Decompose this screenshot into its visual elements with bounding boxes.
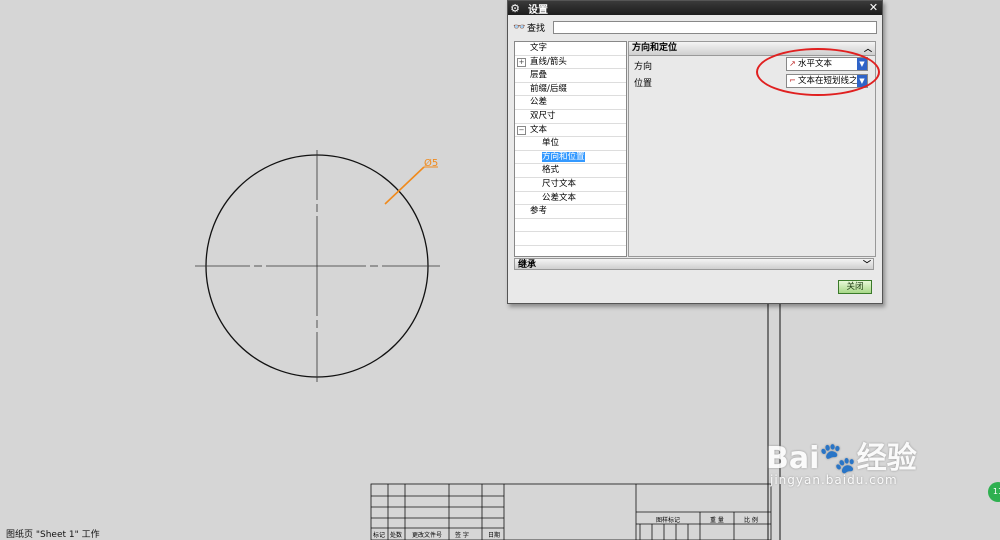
binoculars-icon: 👓 (513, 21, 526, 33)
settings-dialog[interactable]: ⚙ 设置 ✕ 👓 查找 文字 + 直线/箭头 层叠 前缀/后缀 公差 双尺寸 − 文本 单位 方向和… (507, 0, 883, 304)
dropdown-arrow-icon[interactable]: ▼ (857, 58, 867, 70)
title-block-label: 比 例 (744, 517, 758, 524)
title-block-label: 图样标记 (656, 517, 681, 524)
title-block-label: 签 字 (455, 532, 469, 539)
status-bar-text: 图纸页 "Sheet 1" 工作 (6, 530, 100, 540)
tree-item-label: 文本 (530, 124, 548, 135)
watermark-brand: Bai (766, 441, 820, 476)
dialog-title: 设置 (528, 4, 548, 16)
tree-item[interactable]: 公差文本 (515, 192, 626, 206)
text-position-icon: ⌐ (789, 76, 796, 85)
search-input[interactable] (553, 20, 877, 34)
orientation-label: 方向 (634, 62, 653, 72)
title-block-label: 日期 (488, 532, 501, 539)
tree-item[interactable]: 前缀/后缀 (515, 83, 626, 97)
tree-item-label: 公差文本 (542, 192, 577, 203)
tree-item-label: 尺寸文本 (542, 178, 577, 189)
orientation-select[interactable]: ↗ 水平文本 ▼ (786, 57, 868, 71)
tree-item-label: 双尺寸 (530, 110, 556, 121)
watermark-brand-cn: 经验 (856, 441, 917, 476)
tree-item-label: 格式 (542, 165, 560, 176)
baidu-watermark: Bai🐾经验 jingyan.baidu.com (766, 433, 917, 487)
tree-item-label: 单位 (542, 138, 560, 149)
position-row: 位置 ⌐ 文本在短划线之 ▼ (629, 73, 875, 90)
chevron-up-icon[interactable]: ︿ (863, 42, 873, 55)
chevron-down-icon[interactable]: ﹀ (863, 259, 871, 271)
paw-icon: 🐾 (819, 441, 857, 476)
section-header-label: 方向和定位 (632, 43, 678, 53)
tree-item-label: 方向和位置 (542, 151, 585, 162)
tree-item[interactable]: 单位 (515, 137, 626, 151)
tree-item[interactable]: 层叠 (515, 69, 626, 83)
title-block-label: 重 量 (710, 517, 724, 524)
tree-item-label: 层叠 (530, 70, 548, 81)
orientation-row: 方向 ↗ 水平文本 ▼ (629, 56, 875, 73)
tree-item (515, 232, 626, 246)
tree-item[interactable]: 公差 (515, 96, 626, 110)
close-icon[interactable]: ✕ (867, 1, 880, 14)
tree-item[interactable]: 参考 (515, 205, 626, 219)
position-select[interactable]: ⌐ 文本在短划线之 ▼ (786, 74, 868, 88)
dialog-titlebar[interactable]: ⚙ 设置 ✕ (508, 1, 882, 16)
dropdown-arrow-icon[interactable]: ▼ (857, 75, 867, 87)
tree-item-label: 文字 (530, 43, 548, 53)
orientation-panel: 方向和定位 ︿ 方向 ↗ 水平文本 ▼ 位置 ⌐ 文本在短划线之 ▼ (628, 41, 876, 257)
inherit-label: 继承 (518, 260, 537, 270)
position-value: 文本在短划线之 (798, 76, 858, 86)
settings-tree[interactable]: 文字 + 直线/箭头 层叠 前缀/后缀 公差 双尺寸 − 文本 单位 方向和位置 格式 尺寸文本 公差文本… (514, 41, 627, 257)
title-block-label: 更改文件号 (412, 532, 443, 539)
horizontal-text-icon: ↗ (789, 59, 796, 68)
search-row: 👓 查找 (513, 19, 877, 35)
tree-item-label: 参考 (530, 206, 548, 217)
orientation-value: 水平文本 (798, 59, 833, 69)
close-button[interactable]: 关闭 (838, 280, 872, 294)
tree-item[interactable]: − 文本 (515, 124, 626, 138)
tree-item-label: 前缀/后缀 (530, 83, 567, 94)
tree-item[interactable]: 尺寸文本 (515, 178, 626, 192)
watermark-url: jingyan.baidu.com (770, 473, 898, 487)
tree-item[interactable]: + 直线/箭头 (515, 56, 626, 70)
inherit-section-header[interactable]: 继承 ﹀ (514, 258, 874, 270)
title-block-label: 处数 (390, 532, 403, 539)
gear-icon: ⚙ (510, 1, 520, 15)
dimension-text[interactable]: Ø5 (424, 157, 438, 169)
title-block-label: 标记 (373, 532, 386, 539)
expand-icon[interactable]: + (517, 57, 526, 67)
search-label: 查找 (527, 23, 546, 34)
tree-item[interactable]: 双尺寸 (515, 110, 626, 124)
position-label: 位置 (634, 79, 653, 89)
section-header[interactable]: 方向和定位 ︿ (629, 42, 875, 56)
tree-item[interactable]: 文字 (515, 42, 626, 56)
tree-item-label: 公差 (530, 97, 548, 108)
tree-item (515, 246, 626, 256)
tree-item[interactable]: 格式 (515, 164, 626, 178)
tree-item-label: 直线/箭头 (530, 56, 567, 67)
collapse-icon[interactable]: − (517, 125, 526, 135)
tree-item (515, 219, 626, 233)
tree-item[interactable]: 方向和位置 (515, 151, 626, 165)
